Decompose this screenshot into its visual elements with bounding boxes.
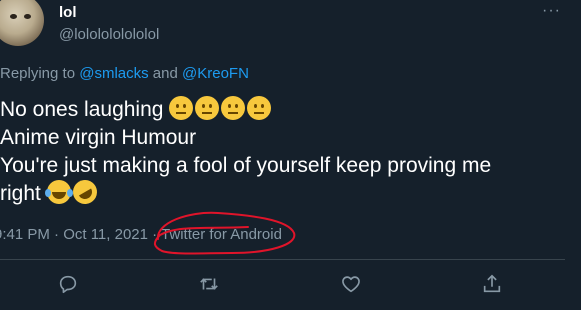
mention-link[interactable]: @smlacks — [79, 65, 148, 82]
replying-to-prefix: Replying to — [0, 65, 80, 82]
reply-button[interactable] — [57, 273, 79, 295]
replying-to: Replying to @smlacks and @KreoFN — [0, 65, 249, 83]
more-options-icon[interactable]: ··· — [542, 2, 561, 20]
avatar[interactable] — [0, 0, 44, 46]
user-handle[interactable]: @lololololololol — [59, 26, 159, 44]
tweet-text: No ones laughing Anime virgin Humour You… — [0, 96, 575, 209]
tweet-line-text: No ones laughing — [0, 98, 164, 121]
tweet-meta: 9:41 PM · Oct 11, 2021 · Twitter for And… — [0, 226, 282, 244]
rolling-laughing-emoji-icon — [68, 175, 102, 209]
tweet-timestamp[interactable]: 9:41 PM · Oct 11, 2021 — [0, 226, 148, 243]
neutral-face-emoji-icon — [169, 96, 194, 120]
share-icon — [483, 274, 501, 293]
retweet-icon — [200, 278, 218, 290]
share-button[interactable] — [481, 273, 503, 295]
like-button[interactable] — [340, 273, 362, 295]
neutral-face-emoji-icon — [247, 96, 272, 120]
tweet-line: No ones laughing — [0, 96, 575, 124]
reply-icon — [59, 275, 77, 294]
tears-of-joy-emoji-icon — [44, 180, 73, 204]
tweet-line-text: right — [0, 182, 41, 205]
heart-icon — [342, 276, 360, 293]
neutral-face-emoji-icon — [221, 96, 246, 120]
tweet-line: You're just making a fool of yourself ke… — [0, 154, 492, 177]
retweet-button[interactable] — [198, 273, 220, 295]
display-name[interactable]: lol — [59, 4, 77, 22]
mention-link[interactable]: @KreoFN — [182, 65, 249, 82]
meta-separator: · — [147, 226, 162, 243]
mention-joiner: and — [148, 65, 182, 82]
tweet-line: Anime virgin Humour — [0, 126, 197, 149]
avatar-eye — [24, 14, 31, 19]
avatar-eye — [10, 14, 17, 19]
tweet-source[interactable]: Twitter for Android — [161, 226, 282, 243]
tweet-actions — [0, 273, 581, 297]
divider — [0, 259, 565, 260]
neutral-face-emoji-icon — [195, 96, 220, 120]
tweet-line: right — [0, 175, 575, 209]
